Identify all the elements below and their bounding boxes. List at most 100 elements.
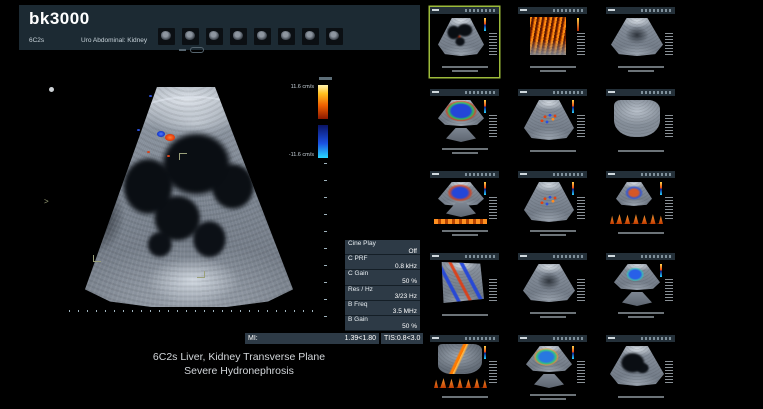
thumb-caption xyxy=(518,307,587,323)
gallery-item[interactable] xyxy=(606,171,675,241)
control-row[interactable]: C Gain 50 % xyxy=(345,270,420,285)
thumb-window-header xyxy=(606,7,675,14)
header-thumbnail[interactable] xyxy=(326,28,343,45)
tis-label: TIS: xyxy=(384,335,397,342)
thumb-caption xyxy=(606,225,675,241)
header-thumbnail[interactable] xyxy=(302,28,319,45)
thumb-thumbnail-strip xyxy=(465,91,495,94)
thumb-ultrasound-image xyxy=(438,344,482,374)
thumb-ultrasound-image xyxy=(526,346,572,372)
control-label: C PRF xyxy=(348,256,417,263)
thumb-title-text xyxy=(520,337,527,339)
gallery-item[interactable] xyxy=(606,7,675,77)
control-value: 3/23 Hz xyxy=(348,294,417,301)
thumb-thumbnail-strip xyxy=(465,255,495,258)
thumb-secondary-image xyxy=(622,292,652,306)
mi-label: MI: xyxy=(248,335,258,342)
control-row[interactable]: B Gain 50 % xyxy=(345,316,420,331)
thumb-caption xyxy=(606,143,675,159)
thumbnail-pager[interactable] xyxy=(179,47,204,53)
thumb-secondary-image xyxy=(534,374,564,388)
gallery-item[interactable] xyxy=(606,89,675,159)
gallery-item[interactable] xyxy=(430,171,499,241)
control-row[interactable]: Res / Hz 3/23 Hz xyxy=(345,286,420,301)
header-thumbnail[interactable] xyxy=(158,28,175,45)
transducer-label: 6C2s xyxy=(29,37,44,44)
thumb-title-text xyxy=(608,255,615,257)
header-thumbnail[interactable] xyxy=(182,28,199,45)
control-row[interactable]: B Freq 3.5 MHz xyxy=(345,301,420,316)
thumb-image-area xyxy=(430,178,499,225)
thumb-image-area xyxy=(430,14,499,61)
control-row[interactable]: Cine Play Off xyxy=(345,240,420,255)
control-label: Cine Play xyxy=(348,241,417,248)
color-doppler-red-flow xyxy=(165,134,175,141)
thumb-thumbnail-strip xyxy=(641,91,671,94)
colorbar-max-label: 11.6 cm/s xyxy=(291,84,314,90)
caliper-marker xyxy=(197,271,205,278)
caption-line-1: 6C2s Liver, Kidney Transverse Plane xyxy=(59,350,419,364)
gallery-item[interactable] xyxy=(518,7,587,77)
thumb-title-text xyxy=(432,337,439,339)
header-thumbnail[interactable] xyxy=(206,28,223,45)
color-doppler-speck xyxy=(167,155,170,157)
gallery-item[interactable] xyxy=(430,335,499,405)
thumb-image-area xyxy=(606,178,675,225)
gallery-item[interactable] xyxy=(606,253,675,323)
thumb-window-header xyxy=(518,7,587,14)
preset-label: Uro Abdominal: Kidney xyxy=(81,37,147,44)
screen: { "app": { "title": "bk3000", "transduce… xyxy=(0,0,763,409)
thumb-title-text xyxy=(432,255,439,257)
gallery-item[interactable] xyxy=(518,171,587,241)
gallery-item[interactable] xyxy=(430,7,499,77)
thumb-thumbnail-strip xyxy=(641,173,671,176)
thumb-title-text xyxy=(520,9,527,11)
thumb-thumbnail-strip xyxy=(641,9,671,12)
app-header: bk3000 6C2s Uro Abdominal: Kidney xyxy=(19,5,420,50)
color-doppler-speck xyxy=(147,151,150,153)
control-row[interactable]: C PRF 0.8 kHz xyxy=(345,255,420,270)
thumb-window-header xyxy=(606,89,675,96)
gallery-item[interactable] xyxy=(518,253,587,323)
thumb-thumbnail-strip xyxy=(465,9,495,12)
thumb-thumbnail-strip xyxy=(553,255,583,258)
thumb-ultrasound-image xyxy=(611,18,663,56)
ultrasound-image[interactable] xyxy=(85,87,293,307)
colorbar-gain-text xyxy=(319,77,332,80)
thumb-caption xyxy=(518,143,587,159)
thumb-thumbnail-strip xyxy=(465,337,495,340)
header-thumbnail[interactable] xyxy=(254,28,271,45)
width-ruler xyxy=(69,310,317,312)
thumb-colorbar xyxy=(572,346,574,359)
thumb-caption xyxy=(430,225,499,241)
image-gallery xyxy=(430,7,675,405)
thumb-colorbar xyxy=(484,100,486,113)
thumb-window-header xyxy=(518,171,587,178)
header-thumbnail[interactable] xyxy=(230,28,247,45)
thumb-window-header xyxy=(430,7,499,14)
thumb-ultrasound-image xyxy=(614,100,660,137)
thumb-settings-text xyxy=(489,361,497,383)
thumb-caption xyxy=(430,61,499,77)
thumb-thumbnail-strip xyxy=(465,173,495,176)
thumb-image-area xyxy=(430,96,499,143)
thumb-settings-text xyxy=(489,279,497,301)
gallery-item[interactable] xyxy=(518,335,587,405)
thumb-spectral-trace xyxy=(434,376,487,388)
header-thumbnail-strip xyxy=(158,28,343,45)
gallery-item[interactable] xyxy=(430,253,499,323)
thumb-colorbar xyxy=(660,182,662,195)
gallery-item[interactable] xyxy=(518,89,587,159)
thumb-settings-text xyxy=(489,33,497,55)
ultrasound-app-window: bk3000 6C2s Uro Abdominal: Kidney > 11.6… xyxy=(19,5,420,395)
focus-marker-icon: > xyxy=(44,197,49,206)
header-thumbnail[interactable] xyxy=(278,28,295,45)
thumb-title-text xyxy=(520,255,527,257)
gallery-item[interactable] xyxy=(430,89,499,159)
thumb-ultrasound-image xyxy=(438,18,484,56)
thumb-colorbar xyxy=(572,182,574,195)
image-caption: 6C2s Liver, Kidney Transverse Plane Seve… xyxy=(59,350,419,378)
gallery-item[interactable] xyxy=(606,335,675,405)
thumb-image-area xyxy=(606,14,675,61)
control-value: Off xyxy=(348,249,417,256)
